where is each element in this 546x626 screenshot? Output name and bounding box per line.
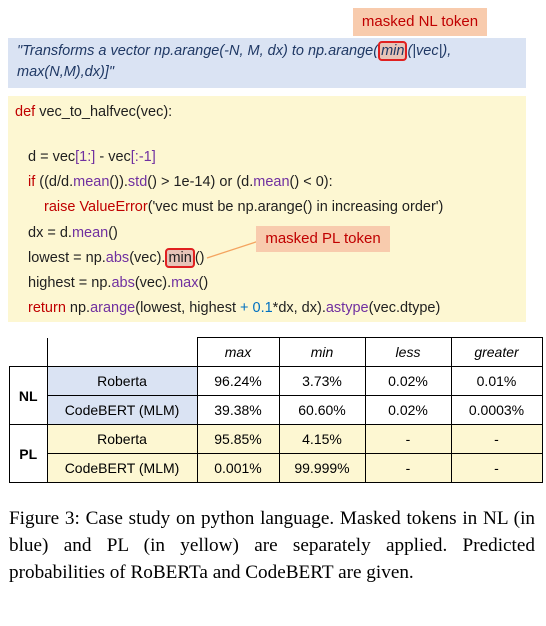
- table-cell: -: [450, 424, 543, 454]
- model-name: CodeBERT (MLM): [46, 395, 198, 425]
- table-cell: 96.24%: [196, 366, 280, 396]
- group-label-nl: NL: [9, 366, 48, 425]
- table-header-row: max min less greater: [9, 337, 543, 367]
- column-header-greater: greater: [450, 337, 543, 367]
- table-empty-cell: [9, 337, 48, 367]
- table-cell: 0.001%: [196, 453, 280, 483]
- table-cell: 4.15%: [278, 424, 366, 454]
- table-cell: -: [450, 453, 543, 483]
- table-cell: 0.02%: [364, 366, 452, 396]
- table-cell: 0.02%: [364, 395, 452, 425]
- table-row: NL Roberta 96.24% 3.73% 0.02% 0.01%: [9, 366, 543, 425]
- column-header-max: max: [196, 337, 280, 367]
- masked-pl-token-label: masked PL token: [256, 226, 390, 252]
- table-cell: 0.0003%: [450, 395, 543, 425]
- table-cell: 3.73%: [278, 366, 366, 396]
- table-cell: -: [364, 453, 452, 483]
- group-label-pl: PL: [9, 424, 48, 483]
- model-name: CodeBERT (MLM): [46, 453, 198, 483]
- table-row: PL Roberta 95.85% 4.15% - -: [9, 424, 543, 483]
- table-cell: 95.85%: [196, 424, 280, 454]
- results-table: max min less greater NL Roberta 96.24% 3…: [9, 337, 543, 483]
- model-name: Roberta: [46, 424, 198, 454]
- table-cell: 99.999%: [278, 453, 366, 483]
- figure-caption: Figure 3: Case study on python language.…: [9, 508, 535, 583]
- table-cell: 0.01%: [450, 366, 543, 396]
- table-cell: 39.38%: [196, 395, 280, 425]
- model-name: Roberta: [46, 366, 198, 396]
- table-cell: -: [364, 424, 452, 454]
- table-empty-cell: [47, 337, 198, 367]
- table-row: CodeBERT (MLM) 39.38% 60.60% 0.02% 0.000…: [10, 395, 543, 425]
- column-header-min: min: [278, 337, 366, 367]
- table-row: CodeBERT (MLM) 0.001% 99.999% - -: [10, 453, 543, 483]
- table-cell: 60.60%: [278, 395, 366, 425]
- column-header-less: less: [364, 337, 452, 367]
